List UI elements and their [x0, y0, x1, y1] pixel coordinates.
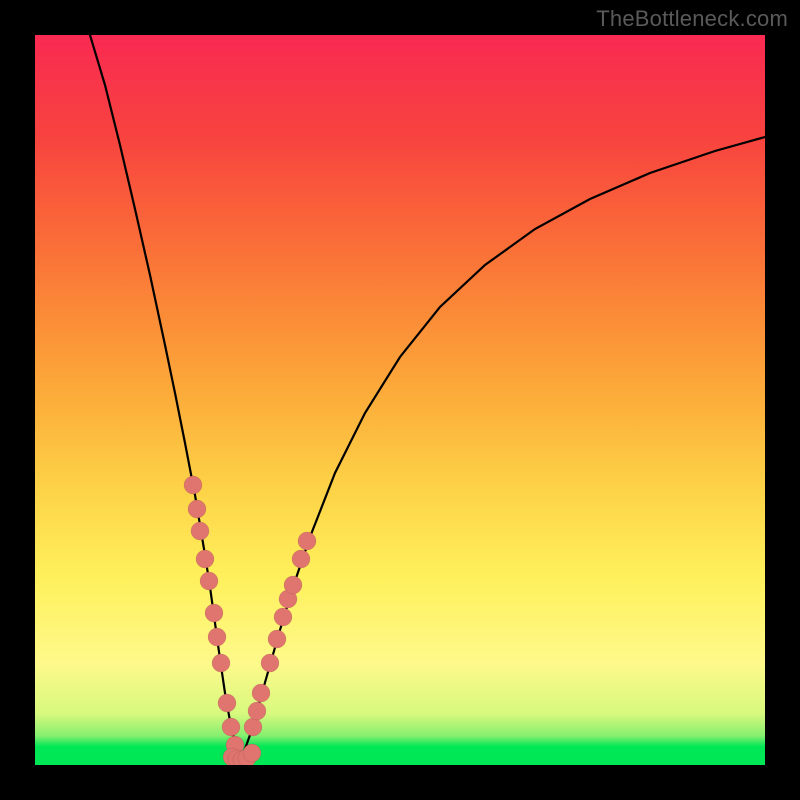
watermark-text: TheBottleneck.com [596, 6, 788, 32]
curve-dot [208, 628, 226, 646]
curve-dot [243, 744, 261, 762]
curve-dot-group [184, 476, 316, 765]
right-curve [241, 137, 765, 760]
curve-dot [292, 550, 310, 568]
curve-dot [212, 654, 230, 672]
curve-dot [298, 532, 316, 550]
left-curve [90, 35, 241, 760]
curve-dot [188, 500, 206, 518]
curve-dot [222, 718, 240, 736]
curve-dot [205, 604, 223, 622]
chart-plot-area [35, 35, 765, 765]
curve-dot [218, 694, 236, 712]
curve-dot [184, 476, 202, 494]
curve-dot [191, 522, 209, 540]
curve-dot [200, 572, 218, 590]
curve-dot [284, 576, 302, 594]
curve-dot [261, 654, 279, 672]
curve-dot [248, 702, 266, 720]
curve-dot [196, 550, 214, 568]
curve-dot [274, 608, 292, 626]
chart-svg [35, 35, 765, 765]
curve-dot [244, 718, 262, 736]
curve-dot [268, 630, 286, 648]
curve-dot [252, 684, 270, 702]
